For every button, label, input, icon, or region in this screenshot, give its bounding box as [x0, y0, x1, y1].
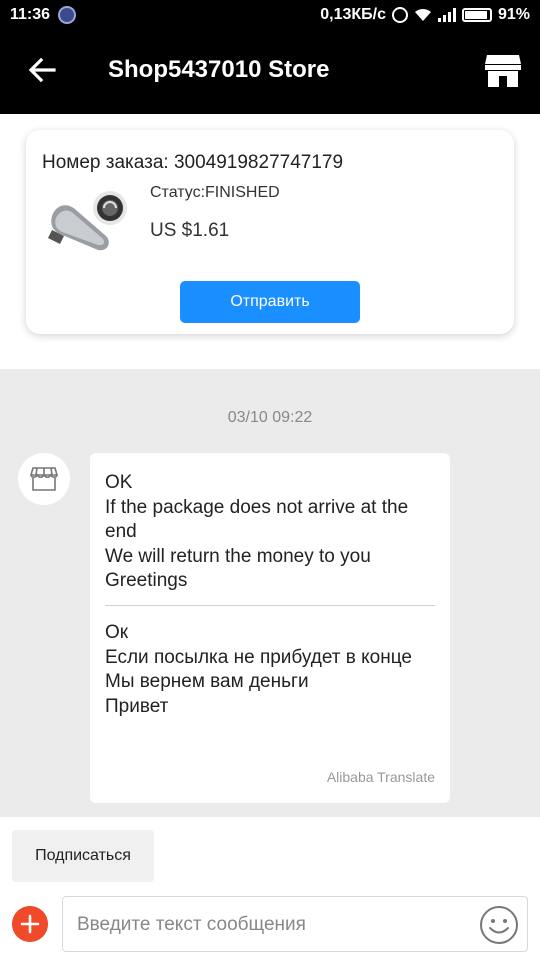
- message-composer: [62, 896, 528, 952]
- battery-level: 91%: [497, 6, 530, 23]
- translator-credit: Alibaba Translate: [326, 769, 435, 785]
- seller-avatar[interactable]: [18, 453, 70, 505]
- order-price: US $1.61: [150, 220, 230, 241]
- message-input[interactable]: [77, 911, 477, 939]
- message-bubble[interactable]: OK If the package does not arrive at the…: [90, 453, 450, 803]
- message-original-text: OK If the package does not arrive at the…: [105, 472, 409, 591]
- order-card[interactable]: Номер заказа: 3004919827747179 Статус:FI…: [26, 130, 514, 334]
- chat-screen: 11:36 0,13КБ/с 91% Shop5437010 Store Ном…: [0, 0, 540, 960]
- order-number: Номер заказа: 3004919827747179: [42, 152, 344, 173]
- message-translated-text: Ок Если посылка не прибудет в конце Мы в…: [105, 622, 412, 717]
- chat-area[interactable]: 03/10 09:22 OK If the package does not a…: [0, 369, 540, 817]
- product-thumbnail: [48, 191, 127, 251]
- notification-app-icon: [58, 6, 76, 24]
- send-order-button[interactable]: Отправить: [180, 281, 360, 323]
- subscribe-button[interactable]: Подписаться: [12, 830, 154, 882]
- app-header: Shop5437010 Store: [0, 32, 540, 114]
- signal-icon: [437, 8, 456, 22]
- status-time: 11:36: [10, 6, 51, 23]
- store-icon[interactable]: [484, 52, 522, 88]
- arrow-left-icon[interactable]: [26, 54, 58, 86]
- message-timestamp: 03/10 09:22: [227, 409, 313, 426]
- order-status: Статус:FINISHED: [150, 184, 280, 201]
- wifi-icon: [414, 8, 431, 21]
- translation-divider: [105, 605, 435, 606]
- page-title: Shop5437010 Store: [108, 56, 330, 83]
- plus-icon[interactable]: [12, 906, 48, 942]
- alarm-icon: [391, 7, 408, 23]
- status-bar: 11:36 0,13КБ/с 91%: [0, 0, 540, 32]
- smiley-icon[interactable]: [479, 905, 519, 945]
- battery-icon: [461, 8, 492, 22]
- network-speed: 0,13КБ/с: [320, 6, 386, 23]
- status-right-group: 0,13КБ/с 91%: [320, 6, 530, 24]
- store-avatar-icon: [29, 467, 59, 491]
